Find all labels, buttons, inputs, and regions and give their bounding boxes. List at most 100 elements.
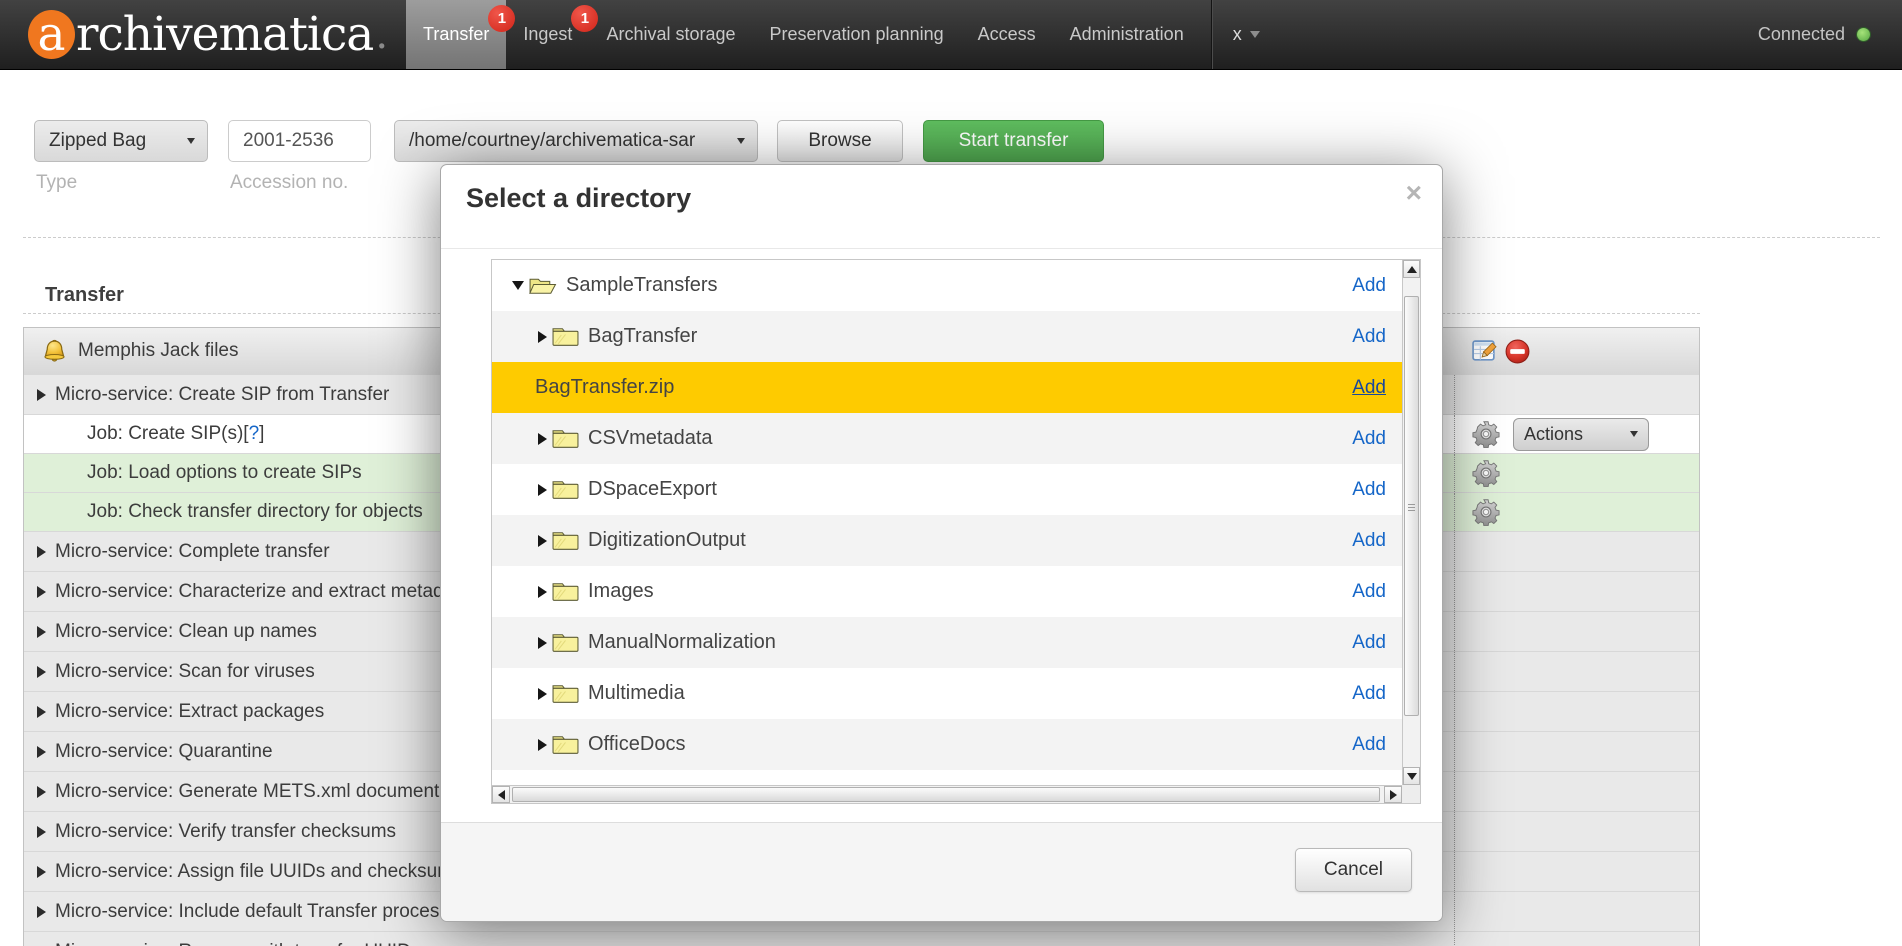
tree-row-manualnormalization[interactable]: ManualNormalizationAdd — [492, 617, 1402, 668]
add-link[interactable]: Add — [1352, 326, 1386, 348]
modal-header-divider — [441, 248, 1442, 249]
select-caret-icon — [737, 138, 745, 144]
row-name-cell: Micro-service: Rename with transfer UUID — [24, 932, 1454, 946]
status-dot-icon — [1857, 28, 1870, 41]
transfer-type-select[interactable]: Zipped Bag — [34, 120, 208, 162]
nav-item-label: Access — [978, 24, 1036, 45]
add-link[interactable]: Add — [1352, 377, 1386, 399]
caret-right-icon — [37, 586, 46, 598]
cancel-button[interactable]: Cancel — [1295, 848, 1412, 892]
row-label: Micro-service: Verify transfer checksums — [55, 821, 396, 843]
close-icon[interactable]: × — [1406, 179, 1422, 207]
horizontal-scrollbar-thumb[interactable] — [512, 787, 1380, 802]
gear-icon[interactable] — [1472, 420, 1500, 448]
add-link[interactable]: Add — [1352, 428, 1386, 450]
row-label: Micro-service: Rename with transfer UUID — [55, 941, 411, 946]
brand-orange-circle: a — [28, 10, 75, 59]
row-actions-cell — [1454, 732, 1699, 771]
transfer-path-select[interactable]: /home/courtney/archivematica-sar — [394, 120, 758, 162]
scroll-down-button[interactable] — [1403, 767, 1420, 785]
vertical-scrollbar-thumb[interactable] — [1404, 296, 1419, 716]
tree-row-images[interactable]: ImagesAdd — [492, 566, 1402, 617]
row-actions-cell — [1454, 612, 1699, 651]
arrow-up-icon — [1407, 266, 1417, 273]
nav-item-access[interactable]: Access — [961, 0, 1053, 69]
accession-number-input[interactable] — [228, 120, 371, 162]
actions-select-label: Actions — [1524, 424, 1583, 445]
browse-button[interactable]: Browse — [777, 120, 903, 162]
caret-right-icon[interactable] — [538, 586, 547, 598]
tree-item-name: Images — [588, 580, 1352, 603]
brand-dot: . — [375, 12, 388, 58]
tree-row-csvmetadata[interactable]: CSVmetadataAdd — [492, 413, 1402, 464]
caret-right-icon — [37, 626, 46, 638]
tree-row-multimedia[interactable]: MultimediaAdd — [492, 668, 1402, 719]
caret-right-icon — [37, 546, 46, 558]
row-actions-cell: Actions — [1454, 415, 1699, 453]
select-caret-icon — [1630, 431, 1638, 437]
add-link[interactable]: Add — [1352, 479, 1386, 501]
caret-right-icon[interactable] — [538, 484, 547, 496]
tree-row-dspaceexport[interactable]: DSpaceExportAdd — [492, 464, 1402, 515]
add-link[interactable]: Add — [1352, 530, 1386, 552]
tree-row-officedocs[interactable]: OfficeDocsAdd — [492, 719, 1402, 770]
tree-row-bagtransfer-zip[interactable]: BagTransfer.zipAdd — [492, 362, 1402, 413]
gear-icon[interactable] — [1472, 498, 1500, 526]
scroll-up-button[interactable] — [1403, 260, 1420, 278]
gear-icon[interactable] — [1472, 459, 1500, 487]
caret-right-icon — [37, 906, 46, 918]
edit-icon[interactable] — [1471, 338, 1498, 365]
scroll-right-button[interactable] — [1384, 786, 1402, 803]
caret-right-icon[interactable] — [538, 637, 547, 649]
caret-right-icon — [37, 866, 46, 878]
nav-item-transfer[interactable]: Transfer1 — [406, 0, 506, 69]
row-label: Micro-service: Generate METS.xml documen… — [55, 781, 439, 803]
vertical-scrollbar[interactable] — [1402, 260, 1420, 785]
folder-icon — [552, 326, 579, 347]
add-link[interactable]: Add — [1352, 734, 1386, 756]
nav-item-label: Transfer — [423, 24, 489, 45]
caret-right-icon[interactable] — [538, 688, 547, 700]
nav-item-archival-storage[interactable]: Archival storage — [589, 0, 752, 69]
tree-row-bagtransfer[interactable]: BagTransferAdd — [492, 311, 1402, 362]
caret-right-icon[interactable] — [538, 535, 547, 547]
transfer-table-row[interactable]: Micro-service: Rename with transfer UUID — [24, 931, 1699, 946]
nav-item-preservation-planning[interactable]: Preservation planning — [753, 0, 961, 69]
select-directory-modal: Select a directory × SampleTransfersAddB… — [440, 164, 1443, 922]
scroll-left-button[interactable] — [492, 786, 510, 803]
caret-right-icon[interactable] — [538, 433, 547, 445]
tree-row-sampletransfers[interactable]: SampleTransfersAdd — [492, 260, 1402, 311]
caret-right-icon[interactable] — [538, 331, 547, 343]
caret-right-icon — [37, 389, 46, 401]
row-actions-cell — [1454, 772, 1699, 811]
remove-icon[interactable] — [1504, 338, 1531, 365]
start-transfer-button[interactable]: Start transfer — [923, 120, 1104, 162]
nav-item-ingest[interactable]: Ingest1 — [506, 0, 589, 69]
type-label: Type — [36, 172, 77, 194]
top-navbar: archivematica. Transfer1Ingest1Archival … — [0, 0, 1902, 70]
row-actions-cell — [1454, 375, 1699, 414]
add-link[interactable]: Add — [1352, 275, 1386, 297]
actions-select[interactable]: Actions — [1513, 418, 1649, 451]
nav-item-administration[interactable]: Administration — [1053, 0, 1201, 69]
add-link[interactable]: Add — [1352, 683, 1386, 705]
row-label: Micro-service: Extract packages — [55, 701, 324, 723]
user-menu[interactable]: x — [1213, 0, 1280, 69]
horizontal-scrollbar[interactable] — [492, 785, 1402, 803]
chevron-down-icon — [1250, 31, 1260, 38]
brand-logo[interactable]: archivematica. — [28, 0, 388, 69]
bracket: ] — [259, 423, 264, 445]
caret-down-icon[interactable] — [512, 281, 524, 290]
add-link[interactable]: Add — [1352, 632, 1386, 654]
arrow-right-icon — [1390, 790, 1397, 800]
open-folder-icon — [528, 275, 557, 296]
caret-right-icon[interactable] — [538, 739, 547, 751]
bell-icon — [41, 338, 68, 365]
tree-row-digitizationoutput[interactable]: DigitizationOutputAdd — [492, 515, 1402, 566]
row-label: Micro-service: Assign file UUIDs and che… — [55, 861, 463, 883]
add-link[interactable]: Add — [1352, 581, 1386, 603]
row-label: Micro-service: Clean up names — [55, 621, 317, 643]
user-menu-label: x — [1233, 24, 1242, 45]
nav-items: Transfer1Ingest1Archival storagePreserva… — [406, 0, 1201, 69]
help-link[interactable]: ? — [249, 423, 260, 445]
